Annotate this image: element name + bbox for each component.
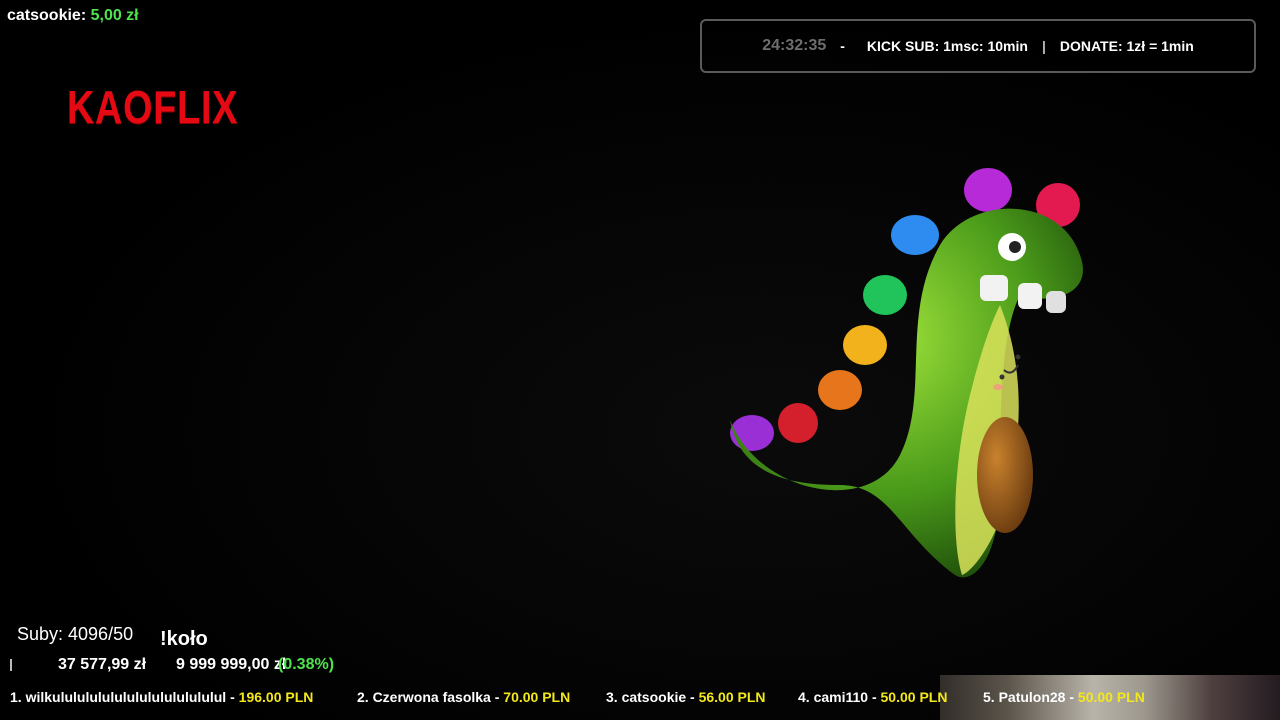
goal-marker	[10, 659, 12, 671]
donor-entry-amount: 50.00 PLN	[880, 689, 948, 705]
dino-avocado-mascot	[730, 168, 1083, 578]
donor-entry: 3. catsookie - 56.00 PLN	[606, 689, 766, 705]
donation-alert: catsookie: 5,00 zł	[7, 7, 139, 25]
donor-entry-amount: 196.00 PLN	[238, 689, 314, 705]
top-donors-ticker: 1. wilkulululululululululululululul - 19…	[0, 687, 1280, 711]
donor-entry: 4. cami110 - 50.00 PLN	[798, 689, 947, 705]
donor-entry: 2. Czerwona fasolka - 70.00 PLN	[357, 689, 570, 705]
donor-entry-name: 3. catsookie -	[606, 689, 699, 705]
donor-entry-amount: 70.00 PLN	[503, 689, 571, 705]
donor-entry-name: 5. Patulon28 -	[983, 689, 1078, 705]
goal-target: 9 999 999,00 zł	[176, 656, 287, 673]
donor-entry-amount: 50.00 PLN	[1077, 689, 1145, 705]
info-dash: -	[840, 38, 845, 54]
donor-entry-name: 1. wilkulululululululululululululul -	[10, 689, 239, 705]
donor-entry-amount: 56.00 PLN	[698, 689, 766, 705]
channel-logo: KAOFLIX	[67, 81, 239, 133]
donor-entry: 1. wilkulululululululululululululul - 19…	[10, 689, 313, 705]
wheel-command: !koło	[160, 628, 208, 650]
goal-percent: (0.38%)	[278, 656, 335, 673]
donate-info: DONATE: 1zł = 1min	[1059, 38, 1194, 54]
donor-entry-name: 4. cami110 -	[798, 689, 881, 705]
goal-raised: 37 577,99 zł	[58, 656, 147, 673]
info-bar: 24:32:35 - KICK SUB: 1msc: 10min | DONAT…	[700, 19, 1256, 73]
kick-sub-info: KICK SUB: 1msc: 10min	[866, 38, 1028, 54]
stream-overlay: catsookie: 5,00 zł KAOFLIX 24:32:35 - KI…	[0, 0, 1280, 720]
donation-goal: 37 577,99 zł 9 999 999,00 zł (0.38%)	[10, 656, 350, 676]
subs-counter: Suby: 4096/50	[17, 624, 134, 644]
donor-entry-name: 2. Czerwona fasolka -	[357, 689, 504, 705]
donor-entry: 5. Patulon28 - 50.00 PLN	[983, 689, 1145, 705]
donor-name: catsookie:	[7, 7, 87, 24]
info-separator: |	[1041, 38, 1046, 54]
donation-amount: 5,00 zł	[90, 7, 139, 24]
countdown-timer: 24:32:35	[762, 37, 827, 54]
